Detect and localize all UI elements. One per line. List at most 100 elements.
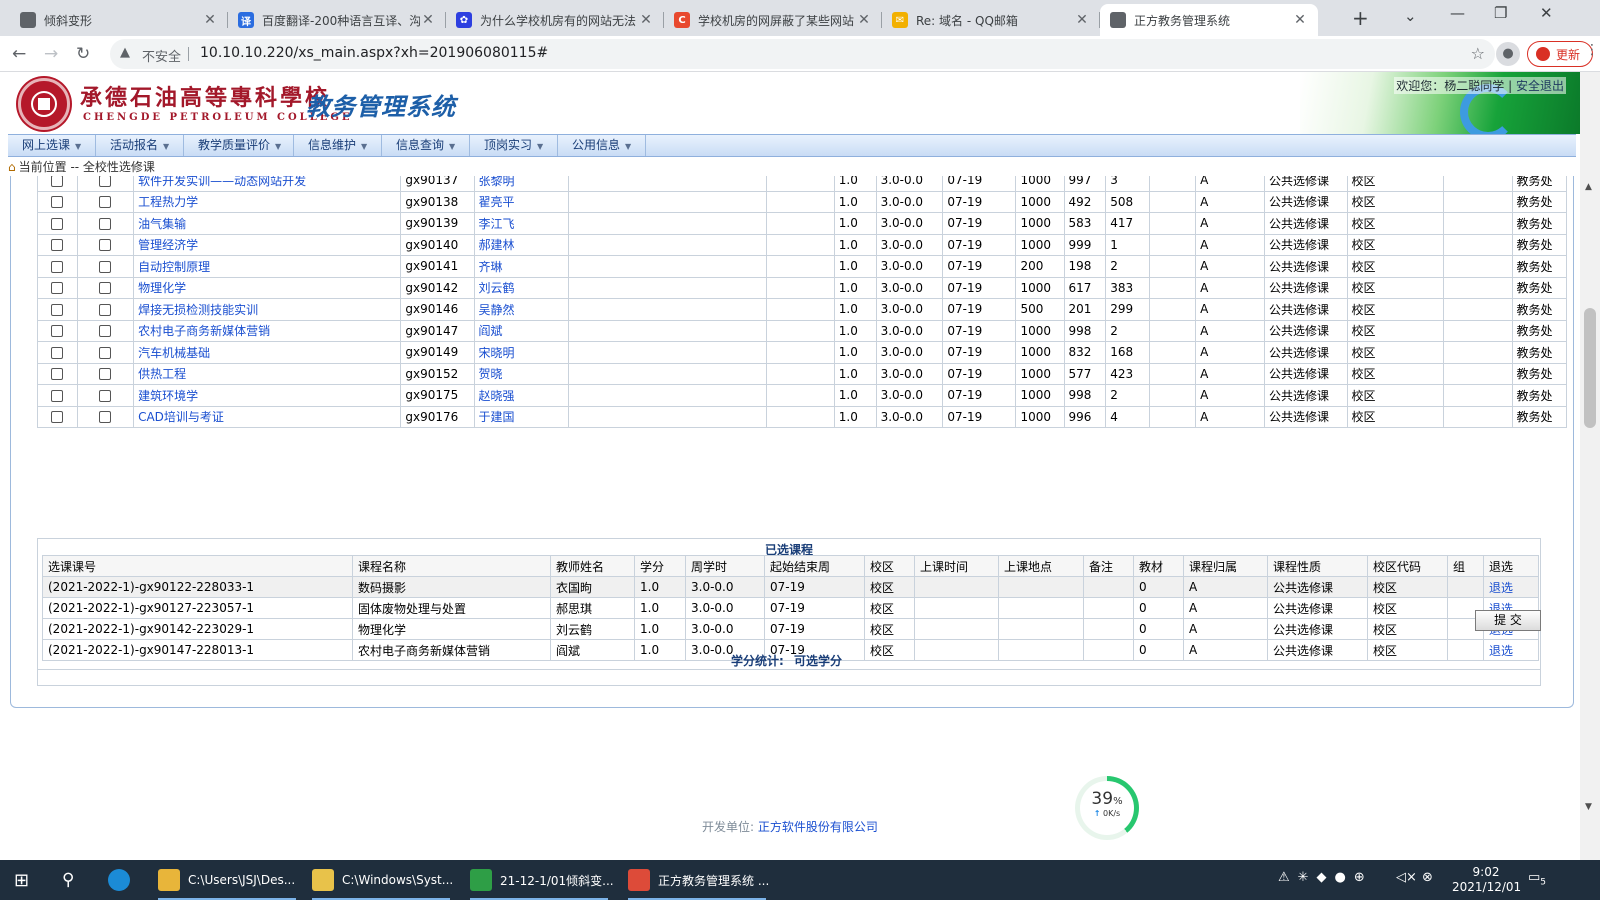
teacher-cell[interactable]: 赵晓强 xyxy=(473,384,569,407)
prefer-checkbox[interactable] xyxy=(99,346,112,359)
bookmark-star-icon[interactable]: ☆ xyxy=(1471,44,1485,63)
prefer-checkbox[interactable] xyxy=(99,303,112,316)
teacher-link[interactable]: 郝建林 xyxy=(479,238,515,252)
close-tab-icon[interactable]: ✕ xyxy=(1074,12,1090,28)
course-name-cell[interactable]: 供热工程 xyxy=(133,362,402,385)
select-checkbox-cell[interactable] xyxy=(37,255,78,278)
select-checkbox-cell[interactable] xyxy=(37,319,78,342)
browser-menu-icon[interactable]: ⋮ xyxy=(1585,42,1599,58)
tab-2[interactable]: 译百度翻译-200种语言互译、沟 ✕ xyxy=(228,4,446,36)
prefer-checkbox[interactable] xyxy=(99,325,112,338)
prefer-checkbox-cell[interactable] xyxy=(76,276,135,299)
logout-link[interactable]: 安全退出 xyxy=(1516,79,1564,93)
course-name-cell[interactable]: 汽车机械基础 xyxy=(133,341,402,364)
course-name-cell[interactable]: 物理化学 xyxy=(133,276,402,299)
select-checkbox-cell[interactable] xyxy=(37,176,78,192)
course-name-cell[interactable]: 自动控制原理 xyxy=(133,255,402,278)
tray-icons[interactable]: ⚠✳◆●⊕ xyxy=(1278,870,1373,885)
select-checkbox-cell[interactable] xyxy=(37,405,78,428)
select-checkbox-cell[interactable] xyxy=(37,341,78,364)
menu-item-6[interactable]: 顶岗实习 ▼ xyxy=(470,135,558,156)
course-name-link[interactable]: 油气集输 xyxy=(138,217,186,231)
taskbar-app-1[interactable]: C:\Users\JSJ\Des... xyxy=(152,860,302,900)
prefer-checkbox-cell[interactable] xyxy=(76,341,135,364)
select-checkbox[interactable] xyxy=(51,411,64,424)
course-name-cell[interactable]: 油气集输 xyxy=(133,212,402,235)
prefer-checkbox[interactable] xyxy=(99,389,112,402)
teacher-cell[interactable]: 齐琳 xyxy=(473,255,569,278)
notification-icon[interactable]: ▭5 xyxy=(1528,870,1546,888)
select-checkbox[interactable] xyxy=(51,196,64,209)
select-checkbox-cell[interactable] xyxy=(37,276,78,299)
tab-search-icon[interactable]: ⌄ xyxy=(1404,7,1417,25)
select-checkbox[interactable] xyxy=(51,368,64,381)
back-icon[interactable]: ← xyxy=(12,44,26,64)
menu-item-2[interactable]: 活动报名 ▼ xyxy=(96,135,184,156)
profile-avatar-icon[interactable]: ● xyxy=(1496,42,1520,66)
volume-icon[interactable]: ◁× xyxy=(1396,870,1417,885)
teacher-link[interactable]: 于建国 xyxy=(479,410,515,424)
course-name-link[interactable]: 供热工程 xyxy=(138,367,186,381)
select-checkbox[interactable] xyxy=(51,325,64,338)
prefer-checkbox-cell[interactable] xyxy=(76,190,135,213)
select-checkbox-cell[interactable] xyxy=(37,298,78,321)
course-name-link[interactable]: 汽车机械基础 xyxy=(138,346,210,360)
course-name-cell[interactable]: 焊接无损检测技能实训 xyxy=(133,298,402,321)
taskbar-app-4[interactable]: 正方教务管理系统 ... xyxy=(622,860,772,900)
course-name-link[interactable]: 农村电子商务新媒体营销 xyxy=(138,324,270,338)
close-tab-icon[interactable]: ✕ xyxy=(856,12,872,28)
address-bar[interactable]: ▲ 不安全 10.10.10.220/xs_main.aspx?xh=20190… xyxy=(110,39,1495,69)
close-tab-icon[interactable]: ✕ xyxy=(638,12,654,28)
select-checkbox[interactable] xyxy=(51,389,64,402)
teacher-link[interactable]: 李江飞 xyxy=(479,217,515,231)
prefer-checkbox[interactable] xyxy=(99,282,112,295)
teacher-cell[interactable]: 宋晓明 xyxy=(473,341,569,364)
teacher-cell[interactable]: 刘云鹤 xyxy=(473,276,569,299)
teacher-link[interactable]: 张黎明 xyxy=(479,176,515,188)
reload-icon[interactable]: ↻ xyxy=(76,44,90,64)
prefer-checkbox[interactable] xyxy=(99,196,112,209)
network-speed-widget[interactable]: 39% ↑ 0K/s xyxy=(1075,776,1139,840)
prefer-checkbox-cell[interactable] xyxy=(76,384,135,407)
select-checkbox-cell[interactable] xyxy=(37,362,78,385)
prefer-checkbox-cell[interactable] xyxy=(76,362,135,385)
prefer-checkbox-cell[interactable] xyxy=(76,255,135,278)
teacher-link[interactable]: 阎斌 xyxy=(479,324,503,338)
course-name-cell[interactable]: 农村电子商务新媒体营销 xyxy=(133,319,402,342)
close-tab-icon[interactable]: ✕ xyxy=(1292,12,1308,28)
search-icon[interactable]: ⚲ xyxy=(62,860,74,900)
prefer-checkbox-cell[interactable] xyxy=(76,212,135,235)
minimize-button[interactable]: — xyxy=(1450,4,1465,22)
course-name-link[interactable]: 焊接无损检测技能实训 xyxy=(138,303,258,317)
clock[interactable]: 9:02 2021/12/01 xyxy=(1452,865,1521,895)
warning-icon[interactable]: ▲ xyxy=(120,45,130,60)
select-checkbox-cell[interactable] xyxy=(37,384,78,407)
select-checkbox[interactable] xyxy=(51,346,64,359)
menu-item-1[interactable]: 网上选课 ▼ xyxy=(8,135,96,156)
select-checkbox[interactable] xyxy=(51,217,64,230)
prefer-checkbox-cell[interactable] xyxy=(76,405,135,428)
close-tab-icon[interactable]: ✕ xyxy=(202,12,218,28)
course-name-link[interactable]: 建筑环境学 xyxy=(138,389,198,403)
taskbar-app-2[interactable]: C:\Windows\Syst... xyxy=(306,860,456,900)
teacher-link[interactable]: 宋晓明 xyxy=(479,346,515,360)
teacher-cell[interactable]: 贺晓 xyxy=(473,362,569,385)
select-checkbox[interactable] xyxy=(51,260,64,273)
teacher-cell[interactable]: 吴静然 xyxy=(473,298,569,321)
drop-cell[interactable]: 退选 xyxy=(1483,576,1539,598)
course-name-cell[interactable]: CAD培训与考证 xyxy=(133,405,402,428)
prefer-checkbox[interactable] xyxy=(99,176,112,187)
close-window-button[interactable]: ✕ xyxy=(1540,4,1553,22)
prefer-checkbox-cell[interactable] xyxy=(76,319,135,342)
select-checkbox-cell[interactable] xyxy=(37,233,78,256)
course-name-cell[interactable]: 建筑环境学 xyxy=(133,384,402,407)
select-checkbox[interactable] xyxy=(51,176,64,187)
course-name-link[interactable]: 软件开发实训——动态网站开发 xyxy=(138,176,306,188)
prefer-checkbox[interactable] xyxy=(99,239,112,252)
page-scrollbar[interactable]: ▲ ▼ xyxy=(1580,72,1600,860)
course-name-cell[interactable]: 管理经济学 xyxy=(133,233,402,256)
tab-1[interactable]: 倾斜变形 ✕ xyxy=(10,4,228,36)
course-name-cell[interactable]: 软件开发实训——动态网站开发 xyxy=(133,176,402,192)
course-name-link[interactable]: 管理经济学 xyxy=(138,238,198,252)
course-name-link[interactable]: 自动控制原理 xyxy=(138,260,210,274)
